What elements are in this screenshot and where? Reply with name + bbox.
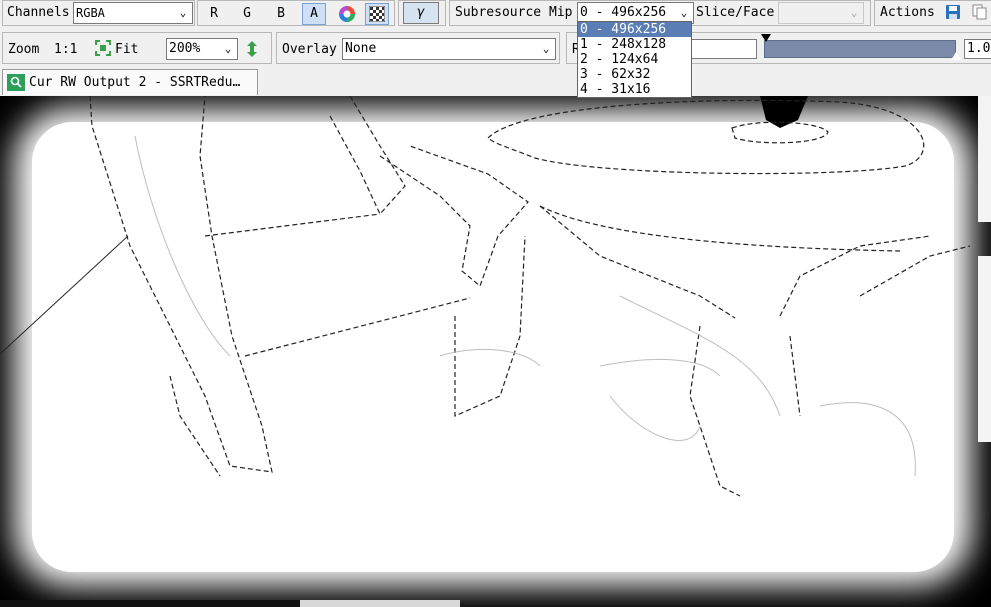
mip-option[interactable]: 1 - 248x128 xyxy=(578,37,691,52)
channel-g-toggle[interactable]: G xyxy=(235,3,259,25)
chevron-down-icon: ⌄ xyxy=(850,6,858,19)
zoom-label: Zoom xyxy=(8,42,40,57)
texture-viewer-toolbar-bottom: Zoom 1:1 Fit 200% ⌄ Overlay None ⌄ R 1.0 xyxy=(0,30,991,66)
range-min-handle[interactable] xyxy=(761,34,771,42)
fit-button[interactable] xyxy=(95,40,111,60)
mip-value: 0 - 496x256 xyxy=(580,5,667,20)
actions-group: Actions xyxy=(874,0,991,26)
save-button[interactable] xyxy=(945,4,961,24)
slice-face-label: Slice/Face xyxy=(696,5,775,20)
flip-vertical-icon xyxy=(247,41,257,57)
checkerboard-button[interactable] xyxy=(365,3,389,25)
texture-tab[interactable]: Cur RW Output 2 - SSRTRedu… xyxy=(2,69,258,95)
overlay-value: None xyxy=(345,41,377,56)
zoom-group: Zoom 1:1 Fit 200% ⌄ xyxy=(2,32,272,64)
channels-select[interactable]: RGBA ⌄ xyxy=(73,2,193,24)
texture-viewer-toolbar-top: Channels RGBA ⌄ R G B A γ Subresource Mi… xyxy=(0,0,991,28)
flip-button[interactable] xyxy=(246,40,258,62)
overlay-group: Overlay None ⌄ xyxy=(276,32,560,64)
range-histogram-bar[interactable] xyxy=(764,40,956,58)
range-max-input[interactable]: 1.0 xyxy=(964,39,991,59)
gamma-group: γ xyxy=(398,0,446,26)
channel-toggles-group: R G B A xyxy=(197,0,395,26)
mip-option[interactable]: 2 - 124x64 xyxy=(578,52,691,67)
zoom-select[interactable]: 200% ⌄ xyxy=(166,38,238,60)
range-max-value: 1.0 xyxy=(967,41,991,56)
channel-a-toggle[interactable]: A xyxy=(302,3,326,25)
save-icon xyxy=(946,5,960,19)
channels-label: Channels xyxy=(7,5,70,20)
mip-option[interactable]: 0 - 496x256 xyxy=(578,22,691,37)
mip-label: Mip xyxy=(549,5,573,20)
slice-face-select[interactable]: ⌄ xyxy=(778,2,864,24)
mip-dropdown-list: 0 - 496x256 1 - 248x128 2 - 124x64 3 - 6… xyxy=(577,21,692,98)
texture-image xyxy=(0,96,991,607)
channels-value: RGBA xyxy=(76,6,105,20)
texture-viewport[interactable] xyxy=(0,96,991,607)
range-max-handle[interactable] xyxy=(951,52,961,60)
zoom-value: 200% xyxy=(169,41,201,56)
chevron-down-icon: ⌄ xyxy=(680,6,688,19)
mip-option[interactable]: 4 - 31x16 xyxy=(578,82,691,97)
texture-tab-icon xyxy=(7,74,25,91)
zoom-1to1-button[interactable]: 1:1 xyxy=(54,42,77,57)
color-wheel-button[interactable] xyxy=(335,3,359,25)
chevron-down-icon: ⌄ xyxy=(542,42,550,55)
channels-group: Channels RGBA ⌄ xyxy=(2,0,195,26)
mip-option[interactable]: 3 - 62x32 xyxy=(578,67,691,82)
chevron-down-icon: ⌄ xyxy=(224,42,232,55)
gamma-toggle[interactable]: γ xyxy=(403,2,439,24)
fit-label: Fit xyxy=(115,42,139,57)
copy-icon xyxy=(972,4,987,20)
chevron-down-icon: ⌄ xyxy=(179,6,187,19)
channel-b-toggle[interactable]: B xyxy=(269,3,293,25)
subresource-label: Subresource xyxy=(455,5,542,20)
texture-tab-title: Cur RW Output 2 - SSRTRedu… xyxy=(29,75,241,90)
color-wheel-icon xyxy=(339,6,355,22)
actions-label: Actions xyxy=(880,5,935,20)
fit-icon xyxy=(95,40,111,56)
overlay-select[interactable]: None ⌄ xyxy=(342,38,556,60)
overlay-label: Overlay xyxy=(282,42,337,57)
copy-button[interactable] xyxy=(972,4,988,24)
channel-r-toggle[interactable]: R xyxy=(202,3,226,25)
checkerboard-icon xyxy=(368,5,386,23)
